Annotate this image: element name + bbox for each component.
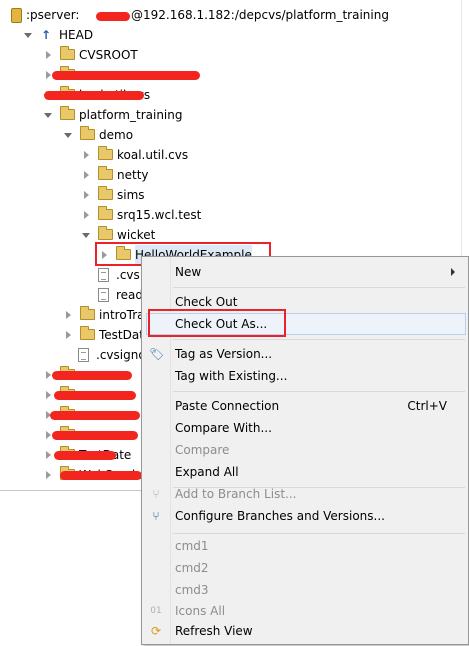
menu-item-label: Compare With... xyxy=(175,421,272,435)
menu-item-refresh-view[interactable]: ⟳ Refresh View xyxy=(143,620,467,642)
tree-label: HEAD xyxy=(59,28,94,42)
tree-label: .cvsigno xyxy=(96,348,146,362)
collapsed-arrow-icon[interactable] xyxy=(46,431,51,439)
menu-item-tag-as-version[interactable]: 🏷 Tag as Version... xyxy=(143,343,467,365)
folder-icon xyxy=(60,106,75,120)
collapsed-arrow-icon[interactable] xyxy=(46,71,51,79)
folder-icon xyxy=(98,146,113,160)
menu-item-cmd3[interactable]: cmd3 xyxy=(143,579,467,601)
menu-item-compare-with[interactable]: Compare With... xyxy=(143,417,467,439)
folder-icon xyxy=(98,186,113,200)
tree-label: koal.util.cvs xyxy=(117,148,189,162)
head-branch-icon: ↑ xyxy=(41,28,52,42)
redaction-mark xyxy=(60,471,142,480)
menu-item-label: Add to Branch List... xyxy=(175,487,297,501)
collapsed-arrow-icon[interactable] xyxy=(84,151,89,159)
expanded-arrow-icon[interactable] xyxy=(44,113,52,118)
menu-separator xyxy=(173,533,465,534)
redaction-mark xyxy=(52,71,200,80)
redaction-mark xyxy=(44,91,144,100)
menu-item-new[interactable]: New xyxy=(143,261,467,283)
file-icon xyxy=(78,348,89,362)
branch-icon: ⑂ xyxy=(152,487,160,501)
collapsed-arrow-icon[interactable] xyxy=(46,391,51,399)
expanded-arrow-icon[interactable] xyxy=(82,233,90,238)
menu-item-label: Refresh View xyxy=(175,624,253,638)
highlight-box-check-out-as xyxy=(148,309,286,337)
folder-icon xyxy=(80,126,95,140)
menu-separator xyxy=(173,339,465,340)
collapsed-arrow-icon[interactable] xyxy=(84,171,89,179)
tree-label: netty xyxy=(117,168,149,182)
menu-item-label: New xyxy=(175,265,202,279)
collapsed-arrow-icon[interactable] xyxy=(46,451,51,459)
menu-separator xyxy=(173,391,465,392)
menu-item-expand-all[interactable]: Expand All xyxy=(143,461,467,483)
menu-item-tag-with-existing[interactable]: Tag with Existing... xyxy=(143,365,467,387)
menu-item-label: Icons All xyxy=(175,604,226,618)
menu-item-add-to-branch[interactable]: ⑂ Add to Branch List... xyxy=(143,483,467,505)
collapsed-arrow-icon[interactable] xyxy=(46,471,51,479)
collapsed-arrow-icon[interactable] xyxy=(46,371,51,379)
collapsed-arrow-icon[interactable] xyxy=(84,211,89,219)
redaction-mark xyxy=(54,451,116,460)
folder-icon xyxy=(80,326,95,340)
menu-item-configure-branches[interactable]: ⑂ Configure Branches and Versions... xyxy=(143,505,467,527)
expanded-arrow-icon[interactable] xyxy=(64,133,72,138)
collapsed-arrow-icon[interactable] xyxy=(84,191,89,199)
tree-label: TestDat xyxy=(99,328,144,342)
redaction-mark xyxy=(54,391,136,400)
tree-label: read xyxy=(116,288,144,302)
repository-icon xyxy=(11,8,22,23)
configure-branches-icon: ⑂ xyxy=(152,509,160,523)
repository-host: @192.168.1.182:/depcvs/platform_training xyxy=(131,8,389,22)
folder-icon xyxy=(80,306,95,320)
menu-separator xyxy=(173,287,465,288)
icons-all-icon: 01 xyxy=(150,606,162,616)
collapsed-arrow-icon[interactable] xyxy=(66,311,71,319)
menu-item-label: Tag as Version... xyxy=(175,347,273,361)
menu-item-label: Configure Branches and Versions... xyxy=(175,509,385,523)
tree-label: platform_training xyxy=(79,108,183,122)
tree-label: .cvs xyxy=(116,268,140,282)
file-icon xyxy=(98,288,109,302)
collapsed-arrow-icon[interactable] xyxy=(46,51,51,59)
tree-label: CVSROOT xyxy=(79,48,138,62)
tree-label: demo xyxy=(99,128,134,142)
folder-icon xyxy=(98,166,113,180)
context-menu: New Check Out Check Out As... 🏷 Tag as V… xyxy=(141,256,469,645)
refresh-icon: ⟳ xyxy=(150,624,162,638)
repository-prefix: :pserver: xyxy=(26,8,80,22)
collapsed-arrow-icon[interactable] xyxy=(66,331,71,339)
tree-label: srq15.wcl.test xyxy=(117,208,202,222)
folder-icon xyxy=(60,46,75,60)
redaction-mark xyxy=(52,371,132,380)
folder-icon xyxy=(98,226,113,240)
submenu-arrow-icon xyxy=(451,268,455,276)
menu-item-label: cmd3 xyxy=(175,583,209,597)
menu-item-cmd1[interactable]: cmd1 xyxy=(143,535,467,557)
menu-item-shortcut: Ctrl+V xyxy=(407,399,447,413)
tree-label: sims xyxy=(117,188,145,202)
folder-icon xyxy=(98,206,113,220)
menu-item-label: Expand All xyxy=(175,465,239,479)
redaction-mark xyxy=(50,411,140,420)
expanded-arrow-icon[interactable] xyxy=(24,33,32,38)
menu-item-label: cmd2 xyxy=(175,561,209,575)
menu-item-label: Tag with Existing... xyxy=(175,369,288,383)
menu-item-compare[interactable]: Compare xyxy=(143,439,467,461)
menu-item-label: cmd1 xyxy=(175,539,209,553)
menu-item-cmd2[interactable]: cmd2 xyxy=(143,557,467,579)
menu-item-label: Compare xyxy=(175,443,230,457)
menu-item-paste-connection[interactable]: Paste Connection Ctrl+V xyxy=(143,395,467,417)
menu-item-icons-all[interactable]: 01 Icons All xyxy=(143,600,467,622)
tree-label: introTra xyxy=(99,308,145,322)
redaction-mark xyxy=(96,12,130,21)
redaction-mark xyxy=(52,431,138,440)
tag-icon: 🏷 xyxy=(149,347,165,361)
menu-item-label: Paste Connection xyxy=(175,399,280,413)
file-icon xyxy=(98,268,109,282)
